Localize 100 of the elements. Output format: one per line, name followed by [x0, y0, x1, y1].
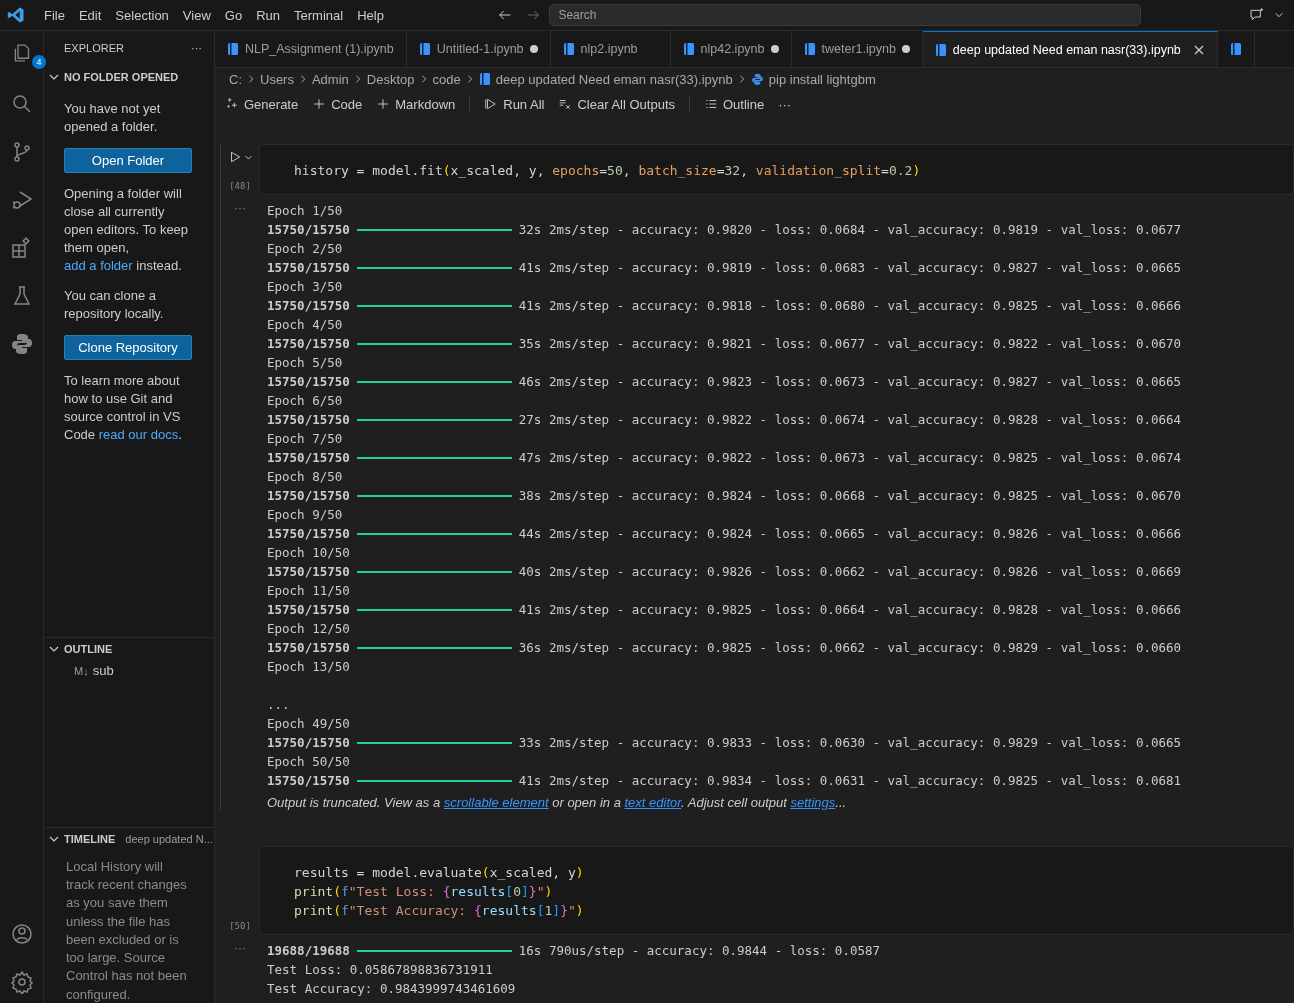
output-line: Epoch 8/50: [267, 468, 343, 486]
link[interactable]: scrollable element: [443, 795, 549, 810]
link[interactable]: add a folder: [64, 257, 133, 273]
menu-item[interactable]: Go: [217, 7, 250, 23]
settings-icon[interactable]: [9, 970, 34, 994]
run-icon: [484, 97, 499, 111]
notebook-icon: [227, 42, 239, 56]
toolbar-button[interactable]: Generate: [244, 96, 299, 112]
output-line: Epoch 4/50: [267, 316, 343, 334]
output-menu[interactable]: ···: [234, 941, 246, 955]
section-header[interactable]: TIMELINE: [64, 832, 116, 845]
breadcrumb-item[interactable]: Users: [260, 71, 294, 87]
execution-count: [48]: [229, 181, 251, 191]
output-line: Epoch 12/50: [267, 620, 350, 638]
menu-item[interactable]: Edit: [71, 7, 109, 23]
breadcrumb-item[interactable]: pip install lightgbm: [768, 71, 876, 87]
sparkle-icon: [225, 97, 239, 111]
output-menu[interactable]: ···: [234, 201, 246, 215]
toolbar-button[interactable]: Outline: [723, 96, 765, 112]
breadcrumb-item[interactable]: deep updated Need eman nasr(33).ipynb: [495, 71, 733, 87]
output-line: Epoch 7/50: [267, 430, 343, 448]
output-line: 40s 2ms/step - accuracy: 0.9826 - loss: 0.0662 - val_accuracy: 0.9826 - val_loss: 0.0669: [518, 563, 1182, 581]
notebook-icon: [803, 42, 816, 56]
step-count: 15750/15750: [267, 221, 350, 239]
output-line: Epoch 5/50: [267, 354, 343, 372]
notification-badge: 4: [32, 55, 46, 69]
output-line: Epoch 9/50: [267, 506, 343, 524]
notebook-icon: [478, 72, 491, 86]
step-count: 15750/15750: [267, 373, 350, 391]
section-subtitle: deep updated N...: [125, 832, 213, 845]
toolbar-button[interactable]: ···: [778, 96, 792, 112]
close-icon[interactable]: [1192, 43, 1205, 56]
output-line: 41s 2ms/step - accuracy: 0.9834 - loss: 0.0631 - val_accuracy: 0.9825 - val_loss: 0.0681: [518, 772, 1182, 790]
unsaved-dot: [901, 45, 910, 53]
code-cell[interactable]: results = model.evaluate(x_scaled, y) print(f"Test Loss: {results[0]}") print(f"Test Accuracy: {results[1]}"): [259, 846, 1294, 935]
output-line: ...: [267, 696, 290, 714]
paragraph: You have not yet opened a folder.: [64, 99, 162, 136]
markdown-icon: M↓: [74, 664, 89, 677]
unsaved-dot: [770, 45, 779, 53]
breadcrumb-item[interactable]: code: [432, 71, 461, 87]
menu-item[interactable]: Run: [249, 7, 287, 23]
step-count: 15750/15750: [267, 411, 350, 429]
output-line: 47s 2ms/step - accuracy: 0.9822 - loss: 0.0673 - val_accuracy: 0.9825 - val_loss: 0.0674: [518, 449, 1182, 467]
output-line: 36s 2ms/step - accuracy: 0.9825 - loss: 0.0662 - val_accuracy: 0.9829 - val_loss: 0.0660: [518, 639, 1182, 657]
output-line: Epoch 11/50: [267, 582, 350, 600]
breadcrumb-item[interactable]: Desktop: [366, 71, 415, 87]
chevron-icon: [246, 74, 256, 84]
code-cell[interactable]: history = model.fit(x_scaled, y, epochs=50, batch_size=32, validation_split=0.2): [259, 144, 1294, 195]
clear-icon: [558, 97, 573, 111]
timeline-message: Local History will track recent changes as you save them unless the file has been excluded or is too large. Source Control has not been configured.: [66, 857, 188, 1003]
step-count: 15750/15750: [267, 335, 350, 353]
execution-count: [50]: [229, 921, 251, 931]
step-count: 15750/15750: [267, 772, 350, 790]
menu-item[interactable]: File: [37, 7, 72, 23]
breadcrumb-item[interactable]: Admin: [311, 71, 349, 87]
output-line: Test Accuracy: 0.9843999743461609: [267, 980, 516, 998]
python-icon[interactable]: [9, 332, 34, 356]
step-count: 15750/15750: [267, 487, 350, 505]
search-field[interactable]: Search: [549, 4, 1142, 26]
menu-item[interactable]: Help: [350, 7, 391, 23]
editor-tab[interactable]: deep updated Need eman nasr(33).ipynb: [922, 31, 1218, 67]
output-line: 27s 2ms/step - accuracy: 0.9822 - loss: 0.0674 - val_accuracy: 0.9828 - val_loss: 0.0664: [518, 411, 1182, 429]
toolbar-button[interactable]: Run All: [503, 96, 545, 112]
truncation-notice: Output is truncated. View as a scrollable element or open in a text editor. Adjust cell output settings...: [267, 795, 848, 810]
outline-item[interactable]: sub: [92, 663, 114, 679]
notebook-icon: [562, 42, 575, 56]
paragraph: To learn more about how to use Git and source control in VS Code read our docs.: [64, 371, 183, 444]
toolbar-button[interactable]: Markdown: [395, 96, 456, 112]
output-line: 46s 2ms/step - accuracy: 0.9823 - loss: 0.0673 - val_accuracy: 0.9827 - val_loss: 0.0665: [518, 373, 1182, 391]
menu-item[interactable]: View: [175, 7, 218, 23]
more-actions[interactable]: ···: [191, 42, 202, 55]
notebook-icon: [682, 42, 695, 56]
chat-icon[interactable]: [1248, 7, 1266, 23]
paragraph: You can clone a repository locally.: [64, 286, 165, 323]
chevron-icon[interactable]: [1274, 10, 1284, 20]
menu-item[interactable]: Terminal: [287, 7, 351, 23]
output-line: Test Loss: 0.05867898836731911: [267, 961, 493, 979]
link[interactable]: settings: [790, 795, 836, 810]
list-icon: [704, 97, 718, 111]
step-count: 19688/19688: [267, 942, 350, 960]
account-icon[interactable]: [9, 922, 34, 946]
output-line: 41s 2ms/step - accuracy: 0.9818 - loss: 0.0680 - val_accuracy: 0.9825 - val_loss: 0.0666: [518, 297, 1182, 315]
menu-item[interactable]: Selection: [108, 7, 176, 23]
output-line: 16s 790us/step - accuracy: 0.9844 - loss: 0.0587: [518, 942, 881, 960]
notebook-icon: [934, 42, 947, 57]
output-line: Epoch 1/50: [267, 202, 343, 220]
output-line: Epoch 2/50: [267, 240, 343, 258]
breadcrumb-item[interactable]: C:: [229, 71, 242, 87]
output-line: Epoch 10/50: [267, 544, 350, 562]
step-count: 15750/15750: [267, 449, 350, 467]
output-line: 33s 2ms/step - accuracy: 0.9833 - loss: 0.0630 - val_accuracy: 0.9829 - val_loss: 0.0665: [518, 734, 1182, 752]
open-folder-button[interactable]: Open Folder: [64, 147, 192, 173]
section-header[interactable]: NO FOLDER OPENED: [64, 70, 179, 83]
output-line: Epoch 3/50: [267, 278, 343, 296]
step-count: 15750/15750: [267, 297, 350, 315]
section-header[interactable]: OUTLINE: [64, 642, 113, 655]
toolbar-button[interactable]: Clear All Outputs: [577, 96, 675, 112]
toolbar-button[interactable]: Code: [331, 96, 363, 112]
clone-repository-button[interactable]: Clone Repository: [64, 334, 192, 360]
step-count: 15750/15750: [267, 563, 350, 581]
